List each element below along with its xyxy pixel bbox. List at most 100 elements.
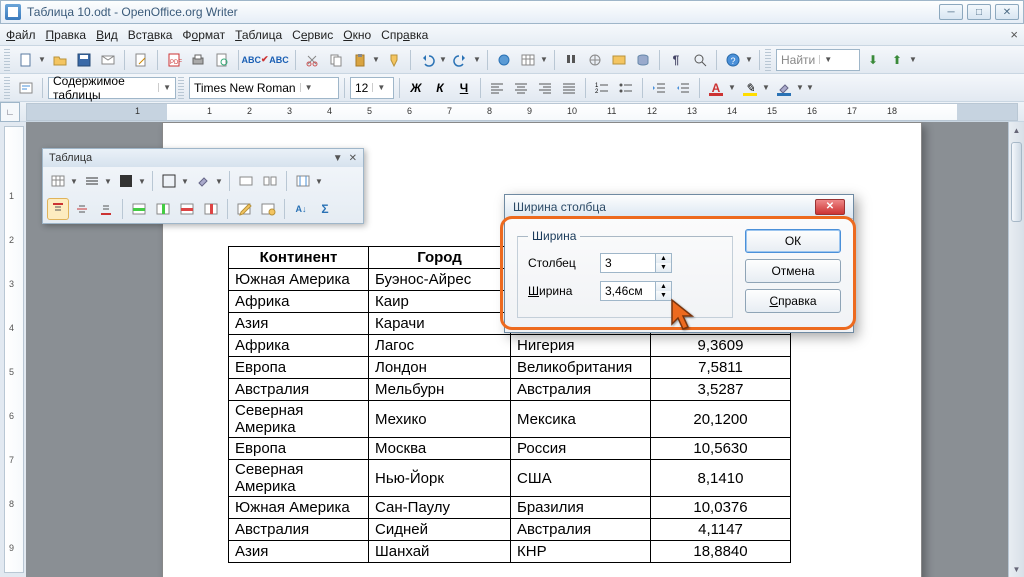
float-dropdown-icon[interactable]: ▼ xyxy=(333,153,343,164)
format-paint-button[interactable] xyxy=(383,49,405,71)
numbered-list-button[interactable]: 12 xyxy=(591,77,613,99)
highlight-button[interactable]: ✎ xyxy=(739,77,761,99)
table-cell[interactable]: Лондон xyxy=(369,357,511,379)
nonprinting-button[interactable]: ¶ xyxy=(665,49,687,71)
menu-insert[interactable]: Вставка xyxy=(128,28,173,42)
table-cell[interactable]: Африка xyxy=(229,335,369,357)
align-center-button[interactable] xyxy=(510,77,532,99)
dialog-titlebar[interactable]: Ширина столбца ✕ xyxy=(505,195,853,219)
format-overflow[interactable]: ▼ xyxy=(805,83,815,92)
table-cell[interactable]: Буэнос-Айрес xyxy=(369,269,511,291)
table-cell[interactable]: Австралия xyxy=(229,379,369,401)
table-toolbar-floating[interactable]: Таблица ▼ ✕ ▼ ▼ ▼ ▼ ▼ ▼ A↓ Σ xyxy=(42,148,364,224)
table-row[interactable]: АвстралияМельбурнАвстралия3,5287 xyxy=(229,379,791,401)
table-cell[interactable]: Европа xyxy=(229,357,369,379)
find-next-button[interactable]: ⬇ xyxy=(862,49,884,71)
table-cell[interactable]: Азия xyxy=(229,541,369,563)
line-style-button[interactable] xyxy=(81,170,103,192)
table-row[interactable]: ЕвропаМоскваРоссия10,5630 xyxy=(229,438,791,460)
navigator-button[interactable] xyxy=(584,49,606,71)
table-cell[interactable]: Карачи xyxy=(369,313,511,335)
document-close-icon[interactable]: × xyxy=(1010,27,1018,42)
borders-button[interactable] xyxy=(158,170,180,192)
undo-dropdown[interactable]: ▼ xyxy=(438,55,448,64)
table-cell[interactable]: Лагос xyxy=(369,335,511,357)
cell-bg-dropdown[interactable]: ▼ xyxy=(214,177,224,186)
highlight-dropdown[interactable]: ▼ xyxy=(761,83,771,92)
sort-button[interactable]: A↓ xyxy=(290,198,312,220)
table-cell[interactable]: КНР xyxy=(511,541,651,563)
insert-table-button[interactable] xyxy=(47,170,69,192)
table-row[interactable]: Южная АмерикаСан-ПаулуБразилия10,0376 xyxy=(229,497,791,519)
table-row[interactable]: ЕвропаЛондонВеликобритания7,5811 xyxy=(229,357,791,379)
table-cell[interactable]: 10,0376 xyxy=(651,497,791,519)
close-button[interactable]: ✕ xyxy=(995,4,1019,20)
autoformat-button[interactable] xyxy=(233,198,255,220)
menu-window[interactable]: Окно xyxy=(343,28,371,42)
font-color-button[interactable]: A xyxy=(705,77,727,99)
new-dropdown[interactable]: ▼ xyxy=(37,55,47,64)
table-cell[interactable]: Москва xyxy=(369,438,511,460)
align-left-button[interactable] xyxy=(486,77,508,99)
line-style-dropdown[interactable]: ▼ xyxy=(103,177,113,186)
table-cell[interactable]: 8,1410 xyxy=(651,460,791,497)
table-cell[interactable]: Бразилия xyxy=(511,497,651,519)
font-size-combo[interactable]: 12▼ xyxy=(350,77,394,99)
mail-button[interactable] xyxy=(97,49,119,71)
ruler-corner[interactable]: ∟ xyxy=(0,102,20,122)
styles-button[interactable] xyxy=(15,77,37,99)
datasources-button[interactable] xyxy=(632,49,654,71)
borders-dropdown[interactable]: ▼ xyxy=(180,177,190,186)
table-row[interactable]: Северная АмерикаМехикоМексика20,1200 xyxy=(229,401,791,438)
bullet-list-button[interactable] xyxy=(615,77,637,99)
align-right-button[interactable] xyxy=(534,77,556,99)
table-header[interactable]: Город xyxy=(369,247,511,269)
valign-bottom-button[interactable] xyxy=(95,198,117,220)
save-button[interactable] xyxy=(73,49,95,71)
find-combo[interactable]: Найти▼ xyxy=(776,49,860,71)
autospell-button[interactable]: ABC xyxy=(268,49,290,71)
table-cell[interactable]: Сидней xyxy=(369,519,511,541)
line-color-button[interactable] xyxy=(115,170,137,192)
font-color-dropdown[interactable]: ▼ xyxy=(727,83,737,92)
table-cell[interactable]: 4,1147 xyxy=(651,519,791,541)
new-button[interactable] xyxy=(15,49,37,71)
table-header[interactable]: Континент xyxy=(229,247,369,269)
delete-col-button[interactable] xyxy=(200,198,222,220)
menu-format[interactable]: Формат xyxy=(182,28,225,42)
bgcolor-dropdown[interactable]: ▼ xyxy=(795,83,805,92)
table-cell[interactable]: Каир xyxy=(369,291,511,313)
table-button[interactable] xyxy=(517,49,539,71)
horizontal-ruler[interactable]: 1123456789101112131415161718 xyxy=(26,103,1018,121)
menu-tools[interactable]: Сервис xyxy=(292,28,333,42)
table-props-button[interactable] xyxy=(257,198,279,220)
table-cell[interactable]: США xyxy=(511,460,651,497)
float-toolbar-title[interactable]: Таблица ▼ ✕ xyxy=(43,149,363,167)
table-cell[interactable]: 20,1200 xyxy=(651,401,791,438)
width-input[interactable] xyxy=(600,281,656,301)
toolbar-overflow[interactable]: ▼ xyxy=(744,55,754,64)
find-prev-button[interactable]: ⬆ xyxy=(886,49,908,71)
spin-down-icon[interactable]: ▼ xyxy=(656,263,671,272)
table-cell[interactable]: Великобритания xyxy=(511,357,651,379)
paragraph-style-combo[interactable]: Содержимое таблицы▼ xyxy=(48,77,176,99)
table-cell[interactable]: Мехико xyxy=(369,401,511,438)
table-cell[interactable]: Австралия xyxy=(511,379,651,401)
table-cell[interactable]: Австралия xyxy=(511,519,651,541)
font-name-combo[interactable]: Times New Roman▼ xyxy=(189,77,339,99)
maximize-button[interactable]: □ xyxy=(967,4,991,20)
hyperlink-button[interactable] xyxy=(493,49,515,71)
table-row[interactable]: АзияШанхайКНР18,8840 xyxy=(229,541,791,563)
table-cell[interactable]: Нигерия xyxy=(511,335,651,357)
table-cell[interactable]: Мельбурн xyxy=(369,379,511,401)
valign-top-button[interactable] xyxy=(47,198,69,220)
optimize-button[interactable] xyxy=(292,170,314,192)
undo-button[interactable] xyxy=(416,49,438,71)
menu-file[interactable]: Файл xyxy=(6,28,36,42)
cell-bg-button[interactable] xyxy=(192,170,214,192)
gallery-button[interactable] xyxy=(608,49,630,71)
width-spinner[interactable]: ▲▼ xyxy=(600,281,672,301)
table-cell[interactable]: Южная Америка xyxy=(229,497,369,519)
paste-dropdown[interactable]: ▼ xyxy=(371,55,381,64)
indent-dec-button[interactable] xyxy=(648,77,670,99)
